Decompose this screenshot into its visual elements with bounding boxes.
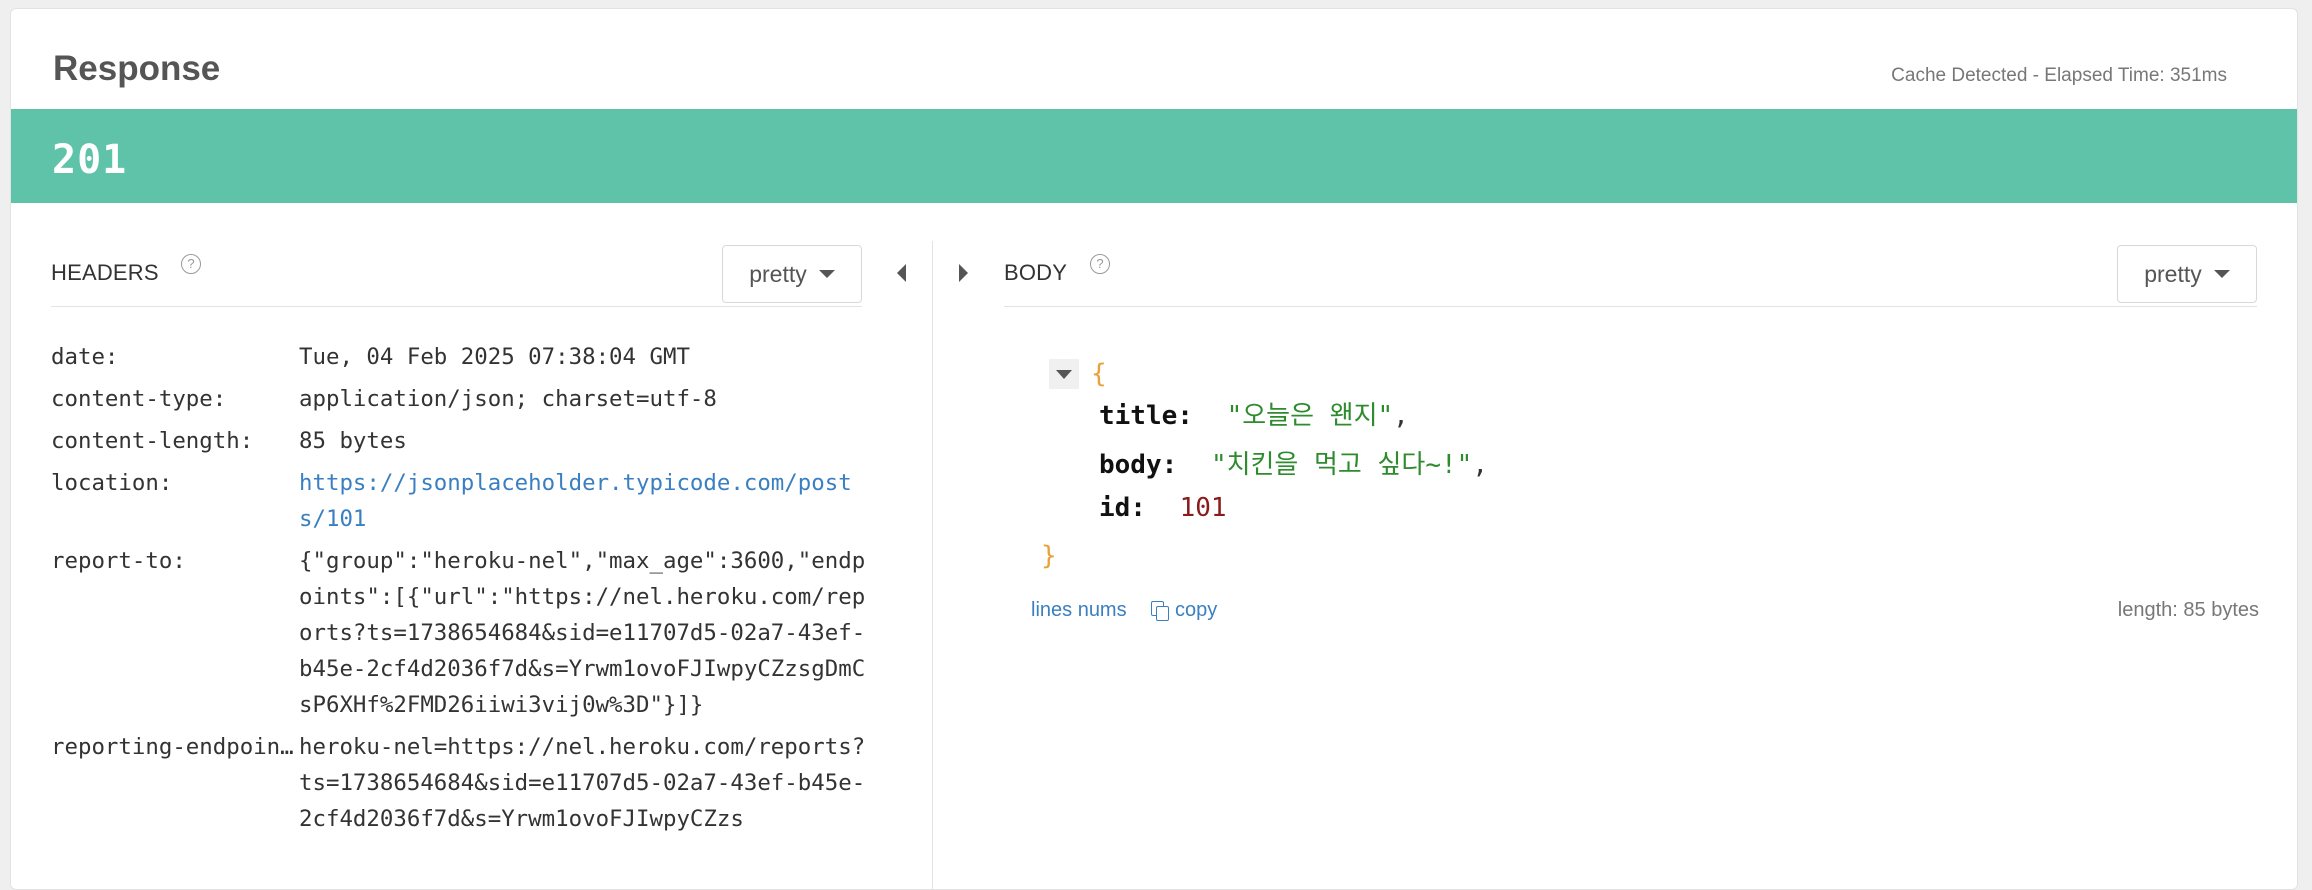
copy-icon xyxy=(1151,600,1169,621)
body-rule xyxy=(1004,306,2257,307)
header-value: application/json; charset=utf-8 xyxy=(299,386,717,412)
header-key: content-type: xyxy=(51,386,227,412)
collapse-toggle[interactable] xyxy=(1049,359,1079,389)
elapsed-time-info: Cache Detected - Elapsed Time: 351ms xyxy=(1891,65,2227,86)
body-format-dropdown[interactable]: pretty xyxy=(2117,245,2257,303)
json-comma: , xyxy=(1393,401,1409,431)
body-help-icon[interactable]: ? xyxy=(1090,254,1110,274)
status-code: 201 xyxy=(52,137,128,183)
json-open-brace: { xyxy=(1091,359,1107,389)
json-key: title: xyxy=(1099,401,1193,431)
header-key: location: xyxy=(51,470,173,496)
header-value: {"group":"heroku-nel","max_age":3600,"en… xyxy=(299,548,866,718)
json-comma: , xyxy=(1472,450,1488,480)
headers-title: HEADERS xyxy=(51,260,159,285)
header-row-content-length: content-length: 85 bytes xyxy=(51,423,871,459)
copy-label: copy xyxy=(1175,599,1218,621)
json-string-value: "치킨을 먹고 싶다~!" xyxy=(1210,450,1473,480)
json-field-id: id: 101 xyxy=(1099,493,1227,523)
panel-divider[interactable] xyxy=(932,241,933,889)
header-key: content-length: xyxy=(51,428,254,454)
header-value: 85 bytes xyxy=(299,428,407,454)
lines-nums-toggle[interactable]: lines nums xyxy=(1031,599,1127,622)
location-link[interactable]: https://jsonplaceholder.typicode.com/pos… xyxy=(299,465,870,537)
header-value: heroku-nel=https://nel.heroku.com/report… xyxy=(299,734,866,832)
header-row-reporting-endpoints: reporting-endpoints: heroku-nel=https://… xyxy=(51,729,871,837)
collapse-right-icon[interactable] xyxy=(959,264,968,282)
json-field-title: title: "오늘은 왠지", xyxy=(1099,395,1409,432)
json-string-value: "오늘은 왠지" xyxy=(1226,401,1394,431)
header-row-location: location: https://jsonplaceholder.typico… xyxy=(51,465,871,537)
header-key: date: xyxy=(51,344,119,370)
json-number-value: 101 xyxy=(1179,493,1227,523)
headers-help-icon[interactable]: ? xyxy=(181,254,201,274)
header-key: report-to: xyxy=(51,548,186,574)
body-length: length: 85 bytes xyxy=(2117,599,2259,621)
headers-format-label: pretty xyxy=(749,260,807,287)
chevron-down-icon xyxy=(818,270,835,278)
body-format-label: pretty xyxy=(2144,260,2202,287)
headers-rule xyxy=(51,306,862,307)
header-row-report-to: report-to: {"group":"heroku-nel","max_ag… xyxy=(51,543,871,723)
json-close-brace: } xyxy=(1041,541,1057,571)
headers-list: date: Tue, 04 Feb 2025 07:38:04 GMT cont… xyxy=(51,339,871,843)
header-value: Tue, 04 Feb 2025 07:38:04 GMT xyxy=(299,344,690,370)
headers-format-dropdown[interactable]: pretty xyxy=(722,245,862,303)
panel-title: Response xyxy=(53,49,221,88)
json-field-body: body: "치킨을 먹고 싶다~!", xyxy=(1099,444,1488,481)
collapse-left-icon[interactable] xyxy=(897,264,906,282)
header-row-content-type: content-type: application/json; charset=… xyxy=(51,381,871,417)
response-panel: Response Cache Detected - Elapsed Time: … xyxy=(10,8,2298,890)
chevron-down-icon xyxy=(1056,370,1072,379)
body-title: BODY xyxy=(1004,260,1068,285)
header-key: reporting-endpoints: xyxy=(51,734,299,760)
copy-button[interactable]: copy xyxy=(1151,599,1217,622)
header-row-date: date: Tue, 04 Feb 2025 07:38:04 GMT xyxy=(51,339,871,375)
chevron-down-icon xyxy=(2213,270,2230,278)
json-key: body: xyxy=(1099,450,1178,480)
json-key: id: xyxy=(1099,493,1146,523)
status-bar: 201 xyxy=(11,109,2297,203)
